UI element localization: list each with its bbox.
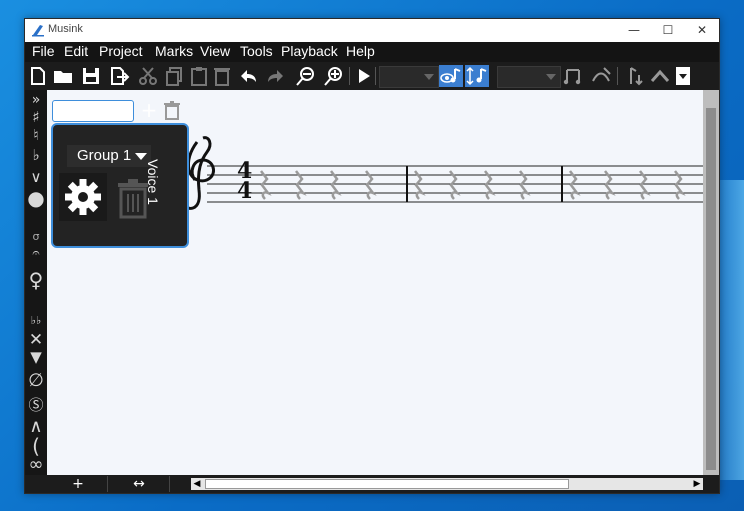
dot-icon[interactable]: ● (25, 186, 47, 210)
app-window: Musink — ☐ ✕ File Edit Project Marks Vie… (24, 18, 720, 494)
minimize-button[interactable]: — (617, 19, 651, 42)
treble-clef-icon (183, 136, 215, 210)
cut-icon[interactable] (137, 65, 159, 87)
zoom-in-icon[interactable] (323, 65, 345, 87)
voice-swap-icon[interactable] (465, 65, 489, 87)
beam-icon[interactable] (562, 65, 584, 87)
export-icon[interactable] (108, 65, 130, 87)
sharp-icon[interactable]: ♯ (25, 108, 47, 126)
paste-icon[interactable] (188, 65, 210, 87)
horizontal-scroll-thumb[interactable] (205, 479, 569, 489)
empty-set-icon[interactable]: ∅ (25, 370, 47, 391)
group-select[interactable]: Group 1 (67, 145, 151, 167)
staff-lines (207, 165, 703, 203)
toolbar-separator (617, 67, 618, 85)
title-bar: Musink — ☐ ✕ (25, 19, 719, 42)
mark-palette: » ♯ ♮ ♭ ∨ ● σ 𝄐 ♀ ♭♭ ✕ ▼ ∅ Ⓢ ∧ ( ∞ (25, 90, 47, 475)
menu-edit[interactable]: Edit (64, 43, 88, 59)
chevron-down-icon (424, 74, 434, 80)
save-icon[interactable] (80, 65, 102, 87)
fermata-icon[interactable]: 𝄐 (25, 246, 47, 261)
toolbar (25, 62, 719, 90)
expand-palette-icon[interactable]: » (25, 92, 47, 108)
scroll-right-icon[interactable]: ▶ (691, 478, 703, 490)
menu-help[interactable]: Help (346, 43, 375, 59)
plus-icon[interactable]: + (138, 99, 160, 121)
delete-voice-button[interactable] (115, 177, 151, 219)
bottom-bar: + ↔ ◀ ▶ (25, 475, 719, 493)
trash-icon[interactable] (163, 100, 181, 120)
redo-icon[interactable] (265, 65, 287, 87)
voice-panel: Group 1 Voice 1 (51, 123, 189, 248)
scroll-left-icon[interactable]: ◀ (191, 478, 203, 490)
voice-visibility-icon[interactable] (439, 65, 463, 87)
duration-combo[interactable] (497, 66, 561, 88)
infinity-icon[interactable]: ∞ (25, 454, 47, 475)
wedge-icon[interactable]: ▼ (25, 348, 47, 366)
ornament-icon[interactable]: ♀ (25, 268, 47, 292)
play-icon[interactable] (353, 65, 375, 87)
voice-name-input[interactable] (52, 100, 134, 122)
dropdown-icon[interactable] (675, 65, 691, 87)
menu-bar: File Edit Project Marks View Tools Playb… (25, 42, 719, 62)
natural-icon[interactable]: ♮ (25, 126, 47, 144)
sigma-icon[interactable]: σ (25, 230, 47, 243)
menu-view[interactable]: View (200, 43, 230, 59)
group-select-label: Group 1 (77, 147, 132, 164)
toolbar-separator (349, 67, 350, 85)
slur-icon[interactable] (590, 65, 612, 87)
add-staff-button[interactable]: + (49, 476, 108, 492)
maximize-button[interactable]: ☐ (651, 19, 685, 42)
vertical-scroll-thumb[interactable] (706, 108, 716, 470)
chevron-down-icon (546, 74, 556, 80)
flat-icon[interactable]: ♭ (25, 146, 47, 164)
open-folder-icon[interactable] (52, 65, 74, 87)
arrow-up-icon[interactable] (649, 65, 671, 87)
window-title: Musink (48, 23, 83, 35)
delete-icon[interactable] (211, 65, 233, 87)
toolbar-separator (375, 67, 376, 85)
copy-icon[interactable] (163, 65, 185, 87)
menu-file[interactable]: File (32, 43, 55, 59)
close-button[interactable]: ✕ (685, 19, 719, 42)
menu-tools[interactable]: Tools (240, 43, 273, 59)
double-flat-icon[interactable]: ♭♭ (25, 314, 47, 327)
zoom-out-icon[interactable] (295, 65, 317, 87)
undo-icon[interactable] (237, 65, 259, 87)
horizontal-scrollbar[interactable]: ◀ ▶ (191, 478, 703, 490)
note-combo[interactable] (379, 66, 439, 88)
cross-icon[interactable]: ✕ (25, 330, 47, 350)
menu-project[interactable]: Project (99, 43, 143, 59)
new-file-icon[interactable] (27, 65, 49, 87)
resize-button[interactable]: ↔ (109, 476, 170, 492)
vertical-scrollbar[interactable] (703, 90, 719, 475)
circled-s-icon[interactable]: Ⓢ (25, 394, 47, 415)
move-up-icon[interactable] (623, 65, 645, 87)
time-signature-bottom: 4 (237, 178, 252, 204)
menu-playback[interactable]: Playback (281, 43, 338, 59)
voice-settings-button[interactable] (59, 173, 107, 221)
accent-icon[interactable]: ∨ (25, 168, 47, 186)
gear-icon (65, 179, 101, 215)
musink-logo-icon (32, 25, 44, 37)
menu-marks[interactable]: Marks (155, 43, 193, 59)
